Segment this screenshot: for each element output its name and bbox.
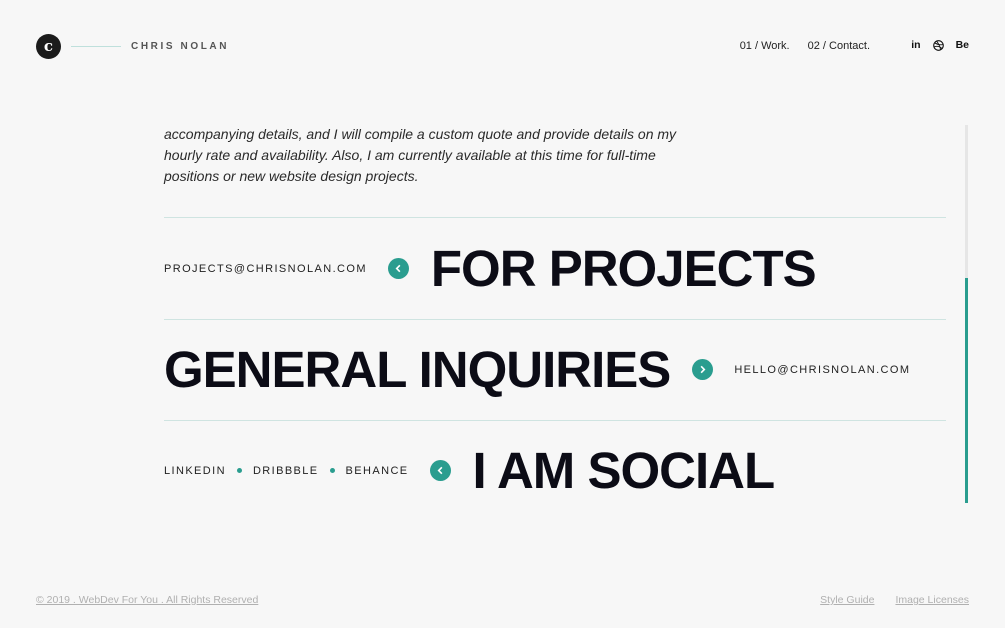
separator-dot <box>329 468 335 473</box>
nav-work[interactable]: 01 / Work. <box>740 40 790 52</box>
inquiries-heading: GENERAL INQUIRIES <box>164 341 671 398</box>
logo-divider <box>71 46 121 47</box>
style-guide-link[interactable]: Style Guide <box>820 594 874 606</box>
social-link-dribbble[interactable]: DRIBBBLE <box>253 465 319 477</box>
projects-heading: FOR PROJECTS <box>430 240 817 297</box>
separator-dot <box>236 468 242 473</box>
copyright-link[interactable]: © 2019 . WebDev For You . All Rights Res… <box>36 594 258 606</box>
inquiries-email-link[interactable]: HELLO@CHRISNOLAN.COM <box>734 364 910 376</box>
footer-links: Style Guide Image Licenses <box>820 594 969 606</box>
projects-email-link[interactable]: PROJECTS@CHRISNOLAN.COM <box>164 263 367 275</box>
divider <box>164 217 946 218</box>
contact-page: c CHRIS NOLAN 01 / Work. 02 / Contact. i… <box>0 0 1005 628</box>
intro-text: accompanying details, and I will compile… <box>164 126 677 184</box>
chevron-left-icon[interactable] <box>387 258 409 279</box>
projects-row: PROJECTS@CHRISNOLAN.COM FOR PROJECTS <box>164 240 817 297</box>
inquiries-row: GENERAL INQUIRIES HELLO@CHRISNOLAN.COM <box>164 344 910 395</box>
social-link-behance[interactable]: BEHANCE <box>346 465 409 477</box>
chevron-right-icon[interactable] <box>692 359 714 380</box>
image-licenses-link[interactable]: Image Licenses <box>895 594 969 606</box>
main-nav: 01 / Work. 02 / Contact. <box>740 40 870 52</box>
scrollbar-thumb[interactable] <box>965 278 968 503</box>
social-link-linkedin[interactable]: LINKEDIN <box>164 465 226 477</box>
linkedin-icon[interactable]: in <box>911 39 920 51</box>
nav-contact[interactable]: 02 / Contact. <box>808 40 870 52</box>
chevron-left-icon[interactable] <box>429 460 451 481</box>
logo-letter: c <box>43 37 54 55</box>
social-row: LINKEDIN DRIBBBLE BEHANCE I AM SOCIAL <box>164 442 776 499</box>
divider <box>164 420 946 421</box>
social-heading: I AM SOCIAL <box>472 442 776 499</box>
dribbble-icon[interactable] <box>932 39 944 51</box>
behance-icon[interactable]: Be <box>956 39 969 51</box>
brand-name[interactable]: CHRIS NOLAN <box>131 41 229 52</box>
logo[interactable]: c <box>36 34 61 59</box>
header-social: in Be <box>911 39 969 51</box>
divider <box>164 319 946 320</box>
